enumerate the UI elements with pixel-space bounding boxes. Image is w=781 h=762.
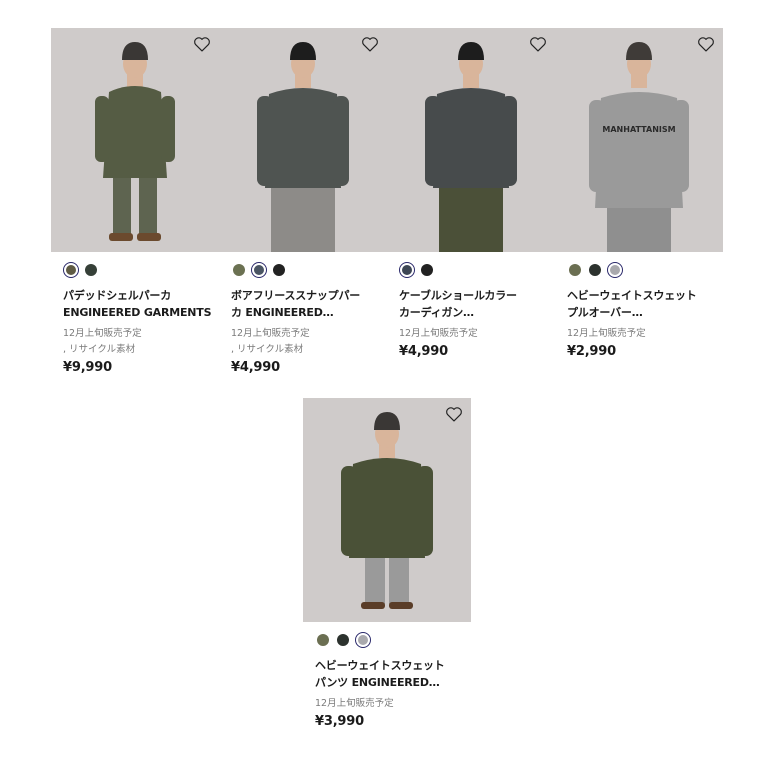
product-name-line: ヘビーウェイトスウェット (315, 659, 445, 672)
swatch-color-dot (589, 264, 601, 276)
swatch-color-dot (421, 264, 433, 276)
product-name[interactable]: ヘビーウェイトスウェット パンツ ENGINEERED… (315, 658, 465, 691)
product-card[interactable]: ケーブルショールカラー カーディガン… 12月上旬販売予定 ¥4,990 (387, 28, 555, 359)
swatch-color-dot (85, 264, 97, 276)
product-name-line: カーディガン… (399, 305, 474, 319)
product-name-line: ENGINEERED GARMENTS (63, 305, 212, 319)
svg-text:MANHATTANISM: MANHATTANISM (602, 125, 675, 134)
material-note: , リサイクル素材 (231, 344, 304, 355)
color-swatches (231, 262, 387, 278)
product-name[interactable]: ケーブルショールカラー カーディガン… (399, 288, 549, 321)
product-name-line: パンツ ENGINEERED… (315, 675, 440, 689)
product-name-line: ヘビーウェイトスウェット (567, 289, 697, 302)
product-card[interactable]: パデッドシェルパーカ ENGINEERED GARMENTS 12月上旬販売予定 , … (51, 28, 219, 375)
swatch-color-dot (337, 634, 349, 646)
favorite-heart-icon[interactable] (445, 406, 463, 422)
product-name-line: パデッドシェルパーカ (63, 289, 171, 302)
release-date-note: 12月上旬販売予定 (399, 328, 478, 339)
color-swatch[interactable] (83, 262, 99, 278)
product-price: ¥9,990 (63, 360, 112, 375)
product-card[interactable]: ボアフリーススナップパーカ ENGINEERED… 12月上旬販売予定 , リサイク… (219, 28, 387, 375)
product-name-line: カ ENGINEERED… (231, 305, 334, 319)
color-swatch[interactable] (587, 262, 603, 278)
product-name-line: ケーブルショールカラー (399, 289, 517, 302)
product-notes: 12月上旬販売予定 (567, 326, 723, 342)
swatch-color-dot (569, 264, 581, 276)
color-swatches (315, 632, 471, 648)
swatch-color-dot (66, 265, 76, 275)
release-date-note: 12月上旬販売予定 (315, 698, 394, 709)
swatch-color-dot (317, 634, 329, 646)
product-notes: 12月上旬販売予定 (315, 696, 471, 712)
color-swatch[interactable] (231, 262, 247, 278)
favorite-heart-icon[interactable] (529, 36, 547, 52)
color-swatch[interactable] (355, 632, 371, 648)
product-price: ¥2,990 (567, 344, 616, 359)
product-price: ¥4,990 (399, 344, 448, 359)
product-notes: 12月上旬販売予定 (399, 326, 555, 342)
product-name[interactable]: ヘビーウェイトスウェット プルオーバー… (567, 288, 717, 321)
color-swatch[interactable] (271, 262, 287, 278)
product-name[interactable]: ボアフリーススナップパーカ ENGINEERED… (231, 288, 381, 321)
material-note: , リサイクル素材 (63, 344, 136, 355)
swatch-color-dot (233, 264, 245, 276)
color-swatch[interactable] (335, 632, 351, 648)
swatch-color-dot (254, 265, 264, 275)
color-swatch[interactable] (399, 262, 415, 278)
product-image[interactable]: MANHATTANISM (555, 28, 723, 252)
color-swatch[interactable] (567, 262, 583, 278)
color-swatch[interactable] (251, 262, 267, 278)
product-price: ¥4,990 (231, 360, 280, 375)
color-swatch[interactable] (63, 262, 79, 278)
color-swatches (399, 262, 555, 278)
swatch-color-dot (358, 635, 368, 645)
release-date-note: 12月上旬販売予定 (231, 328, 310, 339)
product-notes: 12月上旬販売予定 , リサイクル素材 (231, 326, 387, 358)
release-date-note: 12月上旬販売予定 (567, 328, 646, 339)
product-card[interactable]: MANHATTANISM ヘビーウェイトスウェット プルオーバー… 12月上旬販売予… (555, 28, 723, 359)
color-swatches (567, 262, 723, 278)
product-price: ¥3,990 (315, 714, 364, 729)
product-image[interactable] (51, 28, 219, 252)
color-swatch[interactable] (315, 632, 331, 648)
color-swatches (63, 262, 219, 278)
product-name-line: ボアフリーススナップパー (231, 289, 361, 302)
product-notes: 12月上旬販売予定 , リサイクル素材 (63, 326, 219, 358)
swatch-color-dot (273, 264, 285, 276)
product-image[interactable] (303, 398, 471, 622)
product-image[interactable] (219, 28, 387, 252)
product-name-line: プルオーバー… (567, 305, 643, 319)
favorite-heart-icon[interactable] (361, 36, 379, 52)
product-image[interactable] (387, 28, 555, 252)
release-date-note: 12月上旬販売予定 (63, 328, 142, 339)
swatch-color-dot (610, 265, 620, 275)
color-swatch[interactable] (419, 262, 435, 278)
swatch-color-dot (402, 265, 412, 275)
favorite-heart-icon[interactable] (697, 36, 715, 52)
favorite-heart-icon[interactable] (193, 36, 211, 52)
product-name[interactable]: パデッドシェルパーカ ENGINEERED GARMENTS (63, 288, 213, 321)
product-card[interactable]: ヘビーウェイトスウェット パンツ ENGINEERED… 12月上旬販売予定 ¥3,9… (303, 398, 471, 729)
color-swatch[interactable] (607, 262, 623, 278)
